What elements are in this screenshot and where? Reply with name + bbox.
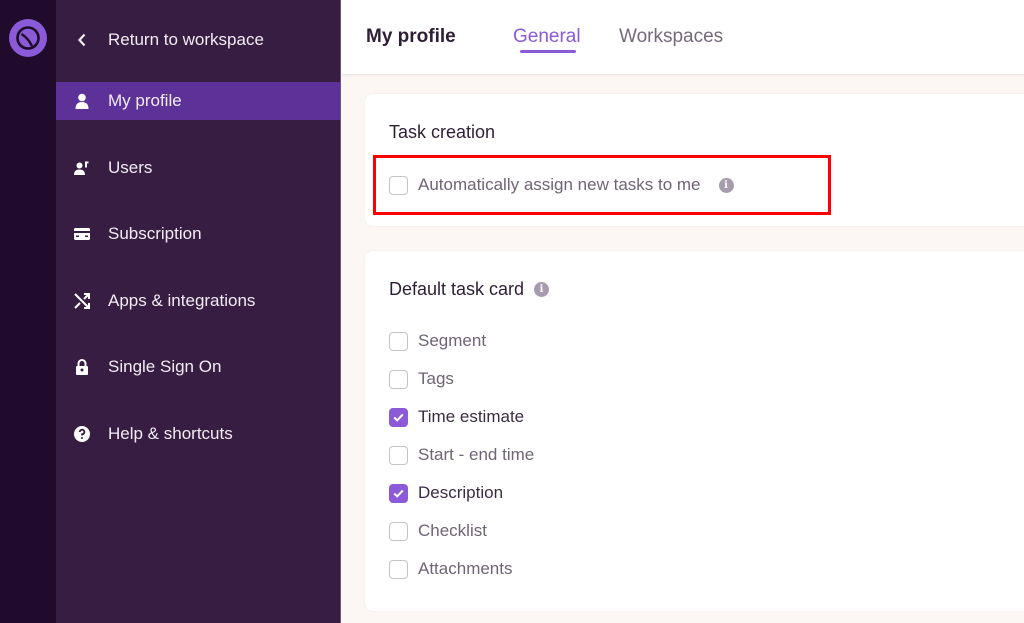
shuffle-icon (56, 293, 108, 309)
tab-workspaces[interactable]: Workspaces (619, 26, 723, 48)
checkbox[interactable] (389, 559, 408, 579)
default-task-card-card: Default task card i Segment Tags Time es… (365, 251, 1024, 611)
auto-assign-label: Automatically assign new tasks to me (418, 175, 701, 194)
checkbox[interactable] (389, 331, 408, 351)
lock-icon (56, 359, 108, 375)
info-icon[interactable]: i (534, 282, 550, 297)
sidebar-item-label: Users (108, 158, 153, 177)
option-attachments[interactable]: Attachments (389, 558, 513, 580)
default-task-card-title: Default task card i (389, 279, 550, 300)
option-description[interactable]: Description (389, 482, 503, 504)
option-label: Tags (418, 369, 454, 388)
info-icon[interactable]: i (718, 177, 734, 193)
main-content: My profile General Workspaces Task creat… (340, 0, 1024, 623)
settings-sidebar: Return to workspace My profile Users Sub… (56, 0, 340, 623)
sidebar-item-label: Help & shortcuts (108, 424, 233, 443)
checkbox[interactable] (389, 521, 408, 541)
task-creation-card: Task creation Automatically assign new t… (365, 94, 1024, 226)
page-title: My profile (366, 26, 456, 47)
checkbox-checked[interactable] (389, 407, 408, 427)
users-icon (56, 161, 108, 175)
sidebar-item-label: Subscription (108, 224, 202, 243)
auto-assign-checkbox[interactable]: Automatically assign new tasks to me i (389, 174, 734, 196)
app-logo-icon[interactable] (9, 19, 47, 57)
option-label: Segment (418, 331, 487, 350)
checkbox[interactable] (389, 445, 408, 465)
option-segment[interactable]: Segment (389, 330, 486, 352)
chevron-left-icon (56, 33, 108, 47)
option-label: Attachments (418, 559, 513, 578)
sidebar-item-single-sign-on[interactable]: Single Sign On (56, 348, 340, 386)
help-circle-icon (56, 426, 108, 442)
sidebar-item-help-shortcuts[interactable]: Help & shortcuts (56, 415, 340, 453)
sidebar-item-subscription[interactable]: Subscription (56, 215, 340, 253)
sidebar-item-my-profile[interactable]: My profile (56, 82, 340, 120)
default-task-card-title-text: Default task card (389, 279, 525, 299)
sidebar-item-label: Apps & integrations (108, 291, 256, 310)
tab-general[interactable]: General (513, 26, 581, 48)
user-icon (56, 93, 108, 109)
option-time-estimate[interactable]: Time estimate (389, 406, 524, 428)
page-header: My profile General Workspaces (341, 0, 1024, 75)
option-label: Time estimate (418, 407, 525, 426)
sidebar-item-label: My profile (108, 91, 182, 110)
sidebar-item-users[interactable]: Users (56, 149, 340, 187)
app-rail (0, 0, 56, 623)
option-label: Start - end time (418, 445, 535, 464)
option-checklist[interactable]: Checklist (389, 520, 487, 542)
credit-card-icon (56, 228, 108, 240)
option-label: Description (418, 483, 504, 502)
return-to-workspace-label: Return to workspace (108, 30, 264, 49)
option-tags[interactable]: Tags (389, 368, 454, 390)
active-tab-indicator (520, 50, 576, 53)
task-creation-title: Task creation (389, 122, 496, 142)
checkbox-checked[interactable] (389, 483, 408, 503)
option-label: Checklist (418, 521, 487, 540)
sidebar-item-label: Single Sign On (108, 357, 222, 376)
checkbox[interactable] (389, 175, 408, 195)
return-to-workspace-link[interactable]: Return to workspace (56, 22, 340, 58)
sidebar-item-apps-integrations[interactable]: Apps & integrations (56, 282, 340, 320)
option-start-end-time[interactable]: Start - end time (389, 444, 534, 466)
check-icon (393, 413, 404, 422)
check-icon (393, 489, 404, 498)
checkbox[interactable] (389, 369, 408, 389)
